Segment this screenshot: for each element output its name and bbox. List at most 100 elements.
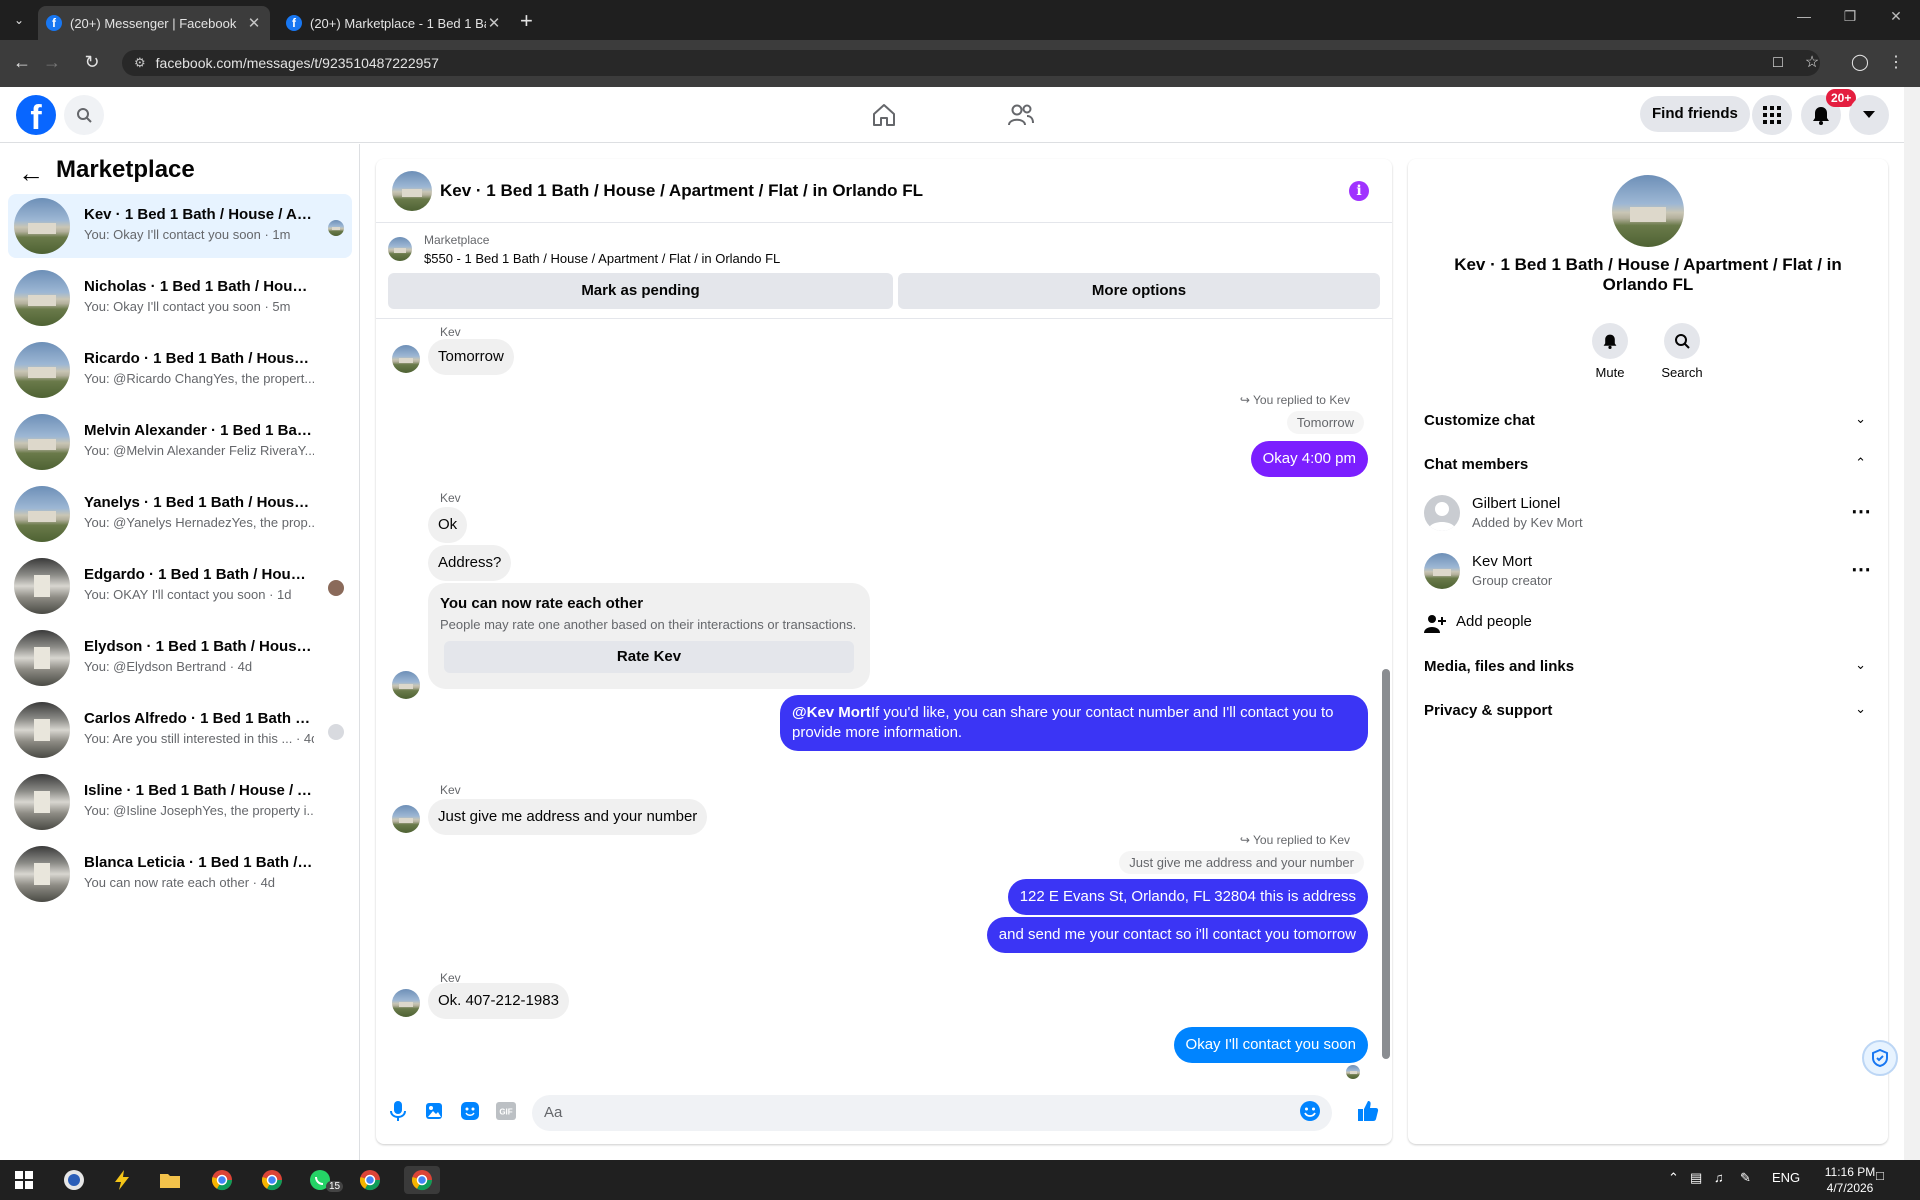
- message-input[interactable]: Aa: [532, 1095, 1332, 1131]
- menu-grid-icon[interactable]: [1752, 95, 1792, 135]
- conversation-preview: You: @Yanelys HernadezYes, the prop... ·…: [84, 515, 314, 530]
- outgoing-message[interactable]: Okay 4:00 pm: [1250, 441, 1368, 477]
- mention[interactable]: @Kev Mort: [792, 704, 871, 721]
- facebook-logo-icon[interactable]: f: [16, 95, 56, 135]
- more-options-icon[interactable]: ⋯: [1851, 499, 1872, 524]
- close-window-button[interactable]: ✕: [1884, 8, 1908, 25]
- quoted-message[interactable]: Just give me address and your number: [1119, 851, 1364, 874]
- reload-button[interactable]: ↻: [80, 52, 104, 73]
- tab-messenger[interactable]: f (20+) Messenger | Facebook ✕: [38, 6, 270, 40]
- install-app-icon[interactable]: □: [1766, 50, 1790, 76]
- member-row[interactable]: Gilbert Lionel Added by Kev Mort ⋯: [1424, 487, 1872, 543]
- thumbs-up-icon[interactable]: [1356, 1099, 1380, 1123]
- photo-icon[interactable]: [422, 1099, 446, 1123]
- account-dropdown-icon[interactable]: [1849, 95, 1889, 135]
- chrome-icon[interactable]: [258, 1166, 286, 1194]
- chat-members-section[interactable]: Chat members ⌃: [1424, 443, 1872, 487]
- tab-search-button[interactable]: ⌄: [8, 10, 30, 30]
- site-info-icon[interactable]: ⚙: [134, 55, 146, 71]
- mute-button[interactable]: Mute: [1580, 323, 1640, 380]
- more-options-button[interactable]: More options: [898, 273, 1380, 309]
- conversation-item-kev[interactable]: Kev · 1 Bed 1 Bath / House / Apa... You:…: [8, 194, 352, 258]
- close-tab-icon[interactable]: ✕: [246, 14, 262, 32]
- chat-scrollbar[interactable]: [1378, 319, 1392, 1081]
- media-files-section[interactable]: Media, files and links ⌄: [1424, 645, 1872, 689]
- tray-chevron-icon[interactable]: ⌃: [1668, 1170, 1679, 1186]
- chrome-icon[interactable]: [356, 1166, 384, 1194]
- mark-as-pending-button[interactable]: Mark as pending: [388, 273, 893, 309]
- profile-icon[interactable]: ◯: [1848, 50, 1872, 76]
- forward-button[interactable]: →: [40, 52, 64, 73]
- avatar[interactable]: [1612, 175, 1684, 247]
- avatar[interactable]: [392, 171, 432, 211]
- home-icon[interactable]: [869, 100, 899, 130]
- conversation-item-elydson[interactable]: Elydson · 1 Bed 1 Bath / House / A... Yo…: [8, 626, 352, 690]
- restore-button[interactable]: ❐: [1838, 8, 1862, 25]
- conversation-item-carlos[interactable]: Carlos Alfredo · 1 Bed 1 Bath / H... You…: [8, 698, 352, 762]
- close-tab-icon[interactable]: ✕: [486, 14, 502, 32]
- notification-center-icon[interactable]: □: [1876, 1168, 1884, 1183]
- network-icon[interactable]: ▤: [1690, 1170, 1702, 1186]
- tab-title: (20+) Marketplace - 1 Bed 1 Ba: [310, 15, 486, 31]
- browser-menu-icon[interactable]: ⋮: [1884, 50, 1908, 76]
- conversation-item-ricardo[interactable]: Ricardo · 1 Bed 1 Bath / House / A... Yo…: [8, 338, 352, 402]
- page-scrollbar[interactable]: [1904, 87, 1920, 1160]
- incoming-message[interactable]: Ok. 407-212-1983: [428, 983, 569, 1019]
- outgoing-message-long[interactable]: @Kev MortIf you'd like, you can share yo…: [780, 695, 1368, 751]
- minimize-button[interactable]: —: [1792, 8, 1816, 24]
- incoming-message[interactable]: Address?: [428, 545, 512, 581]
- conversation-item-edgardo[interactable]: Edgardo · 1 Bed 1 Bath / House /... You:…: [8, 554, 352, 618]
- search-conversation-button[interactable]: Search: [1652, 323, 1712, 380]
- shield-icon[interactable]: [1862, 1040, 1898, 1076]
- incoming-message[interactable]: Just give me address and your number: [428, 799, 708, 835]
- quoted-message[interactable]: Tomorrow: [1286, 411, 1364, 434]
- security-app-icon[interactable]: [60, 1166, 88, 1194]
- gif-icon[interactable]: GIF: [494, 1099, 518, 1123]
- message-list[interactable]: Kev Tomorrow ↪ You replied to Kev Tomorr…: [376, 319, 1392, 1081]
- address-bar[interactable]: ⚙ facebook.com/messages/t/92351048722295…: [122, 50, 1820, 76]
- lightning-app-icon[interactable]: [108, 1166, 136, 1194]
- privacy-support-section[interactable]: Privacy & support ⌄: [1424, 689, 1872, 733]
- emoji-icon[interactable]: [1298, 1099, 1322, 1123]
- volume-icon[interactable]: ♫: [1714, 1170, 1724, 1185]
- new-tab-button[interactable]: +: [520, 8, 533, 34]
- folder-icon[interactable]: [156, 1166, 184, 1194]
- pen-icon[interactable]: ✎: [1740, 1170, 1751, 1186]
- conversation-item-nicholas[interactable]: Nicholas · 1 Bed 1 Bath / House / A... Y…: [8, 266, 352, 330]
- incoming-message[interactable]: Tomorrow: [428, 339, 514, 375]
- info-icon[interactable]: i: [1349, 181, 1369, 201]
- outgoing-message[interactable]: Okay I'll contact you soon: [1173, 1027, 1368, 1063]
- back-button[interactable]: ←: [10, 52, 34, 73]
- incoming-message[interactable]: Ok: [428, 507, 468, 543]
- listing-thumbnail[interactable]: [388, 237, 412, 261]
- microphone-icon[interactable]: [386, 1099, 410, 1123]
- conversation-item-melvin[interactable]: Melvin Alexander · 1 Bed 1 Bath / ... Yo…: [8, 410, 352, 474]
- language-indicator[interactable]: ENG: [1772, 1170, 1800, 1185]
- back-arrow-icon[interactable]: ←: [18, 158, 44, 189]
- conversation-preview: You: Okay I'll contact you soon · 1m: [84, 227, 291, 242]
- bookmark-star-icon[interactable]: ☆: [1800, 50, 1824, 76]
- listing-description[interactable]: $550 - 1 Bed 1 Bath / House / Apartment …: [424, 251, 780, 266]
- friends-icon[interactable]: [1006, 100, 1036, 130]
- member-row[interactable]: Kev Mort Group creator ⋯: [1424, 545, 1872, 601]
- chat-title[interactable]: Kev · 1 Bed 1 Bath / House / Apartment /…: [440, 181, 923, 201]
- outgoing-message[interactable]: 122 E Evans St, Orlando, FL 32804 this i…: [1007, 879, 1368, 915]
- chrome-active-icon[interactable]: [404, 1166, 440, 1194]
- rate-kev-button[interactable]: Rate Kev: [444, 641, 854, 673]
- chrome-icon[interactable]: [208, 1166, 236, 1194]
- outgoing-message[interactable]: and send me your contact so i'll contact…: [986, 917, 1368, 953]
- chevron-down-icon: ⌄: [1855, 701, 1866, 716]
- sticker-icon[interactable]: [458, 1099, 482, 1123]
- conversation-item-isline[interactable]: Isline · 1 Bed 1 Bath / House / Apar... …: [8, 770, 352, 834]
- conversation-item-yanelys[interactable]: Yanelys · 1 Bed 1 Bath / House / Ap... Y…: [8, 482, 352, 546]
- search-icon[interactable]: [64, 95, 104, 135]
- avatar: [392, 989, 420, 1017]
- conversation-item-blanca[interactable]: Blanca Leticia · 1 Bed 1 Bath / Hous... …: [8, 842, 352, 906]
- more-options-icon[interactable]: ⋯: [1851, 557, 1872, 582]
- customize-chat-section[interactable]: Customize chat ⌄: [1424, 399, 1872, 443]
- section-label: Privacy & support: [1424, 702, 1553, 719]
- tab-marketplace[interactable]: f (20+) Marketplace - 1 Bed 1 Ba ✕: [278, 6, 510, 40]
- find-friends-button[interactable]: Find friends: [1640, 96, 1750, 132]
- windows-start-icon[interactable]: [10, 1166, 38, 1194]
- conversation-name: Kev · 1 Bed 1 Bath / House / Apa...: [84, 206, 314, 223]
